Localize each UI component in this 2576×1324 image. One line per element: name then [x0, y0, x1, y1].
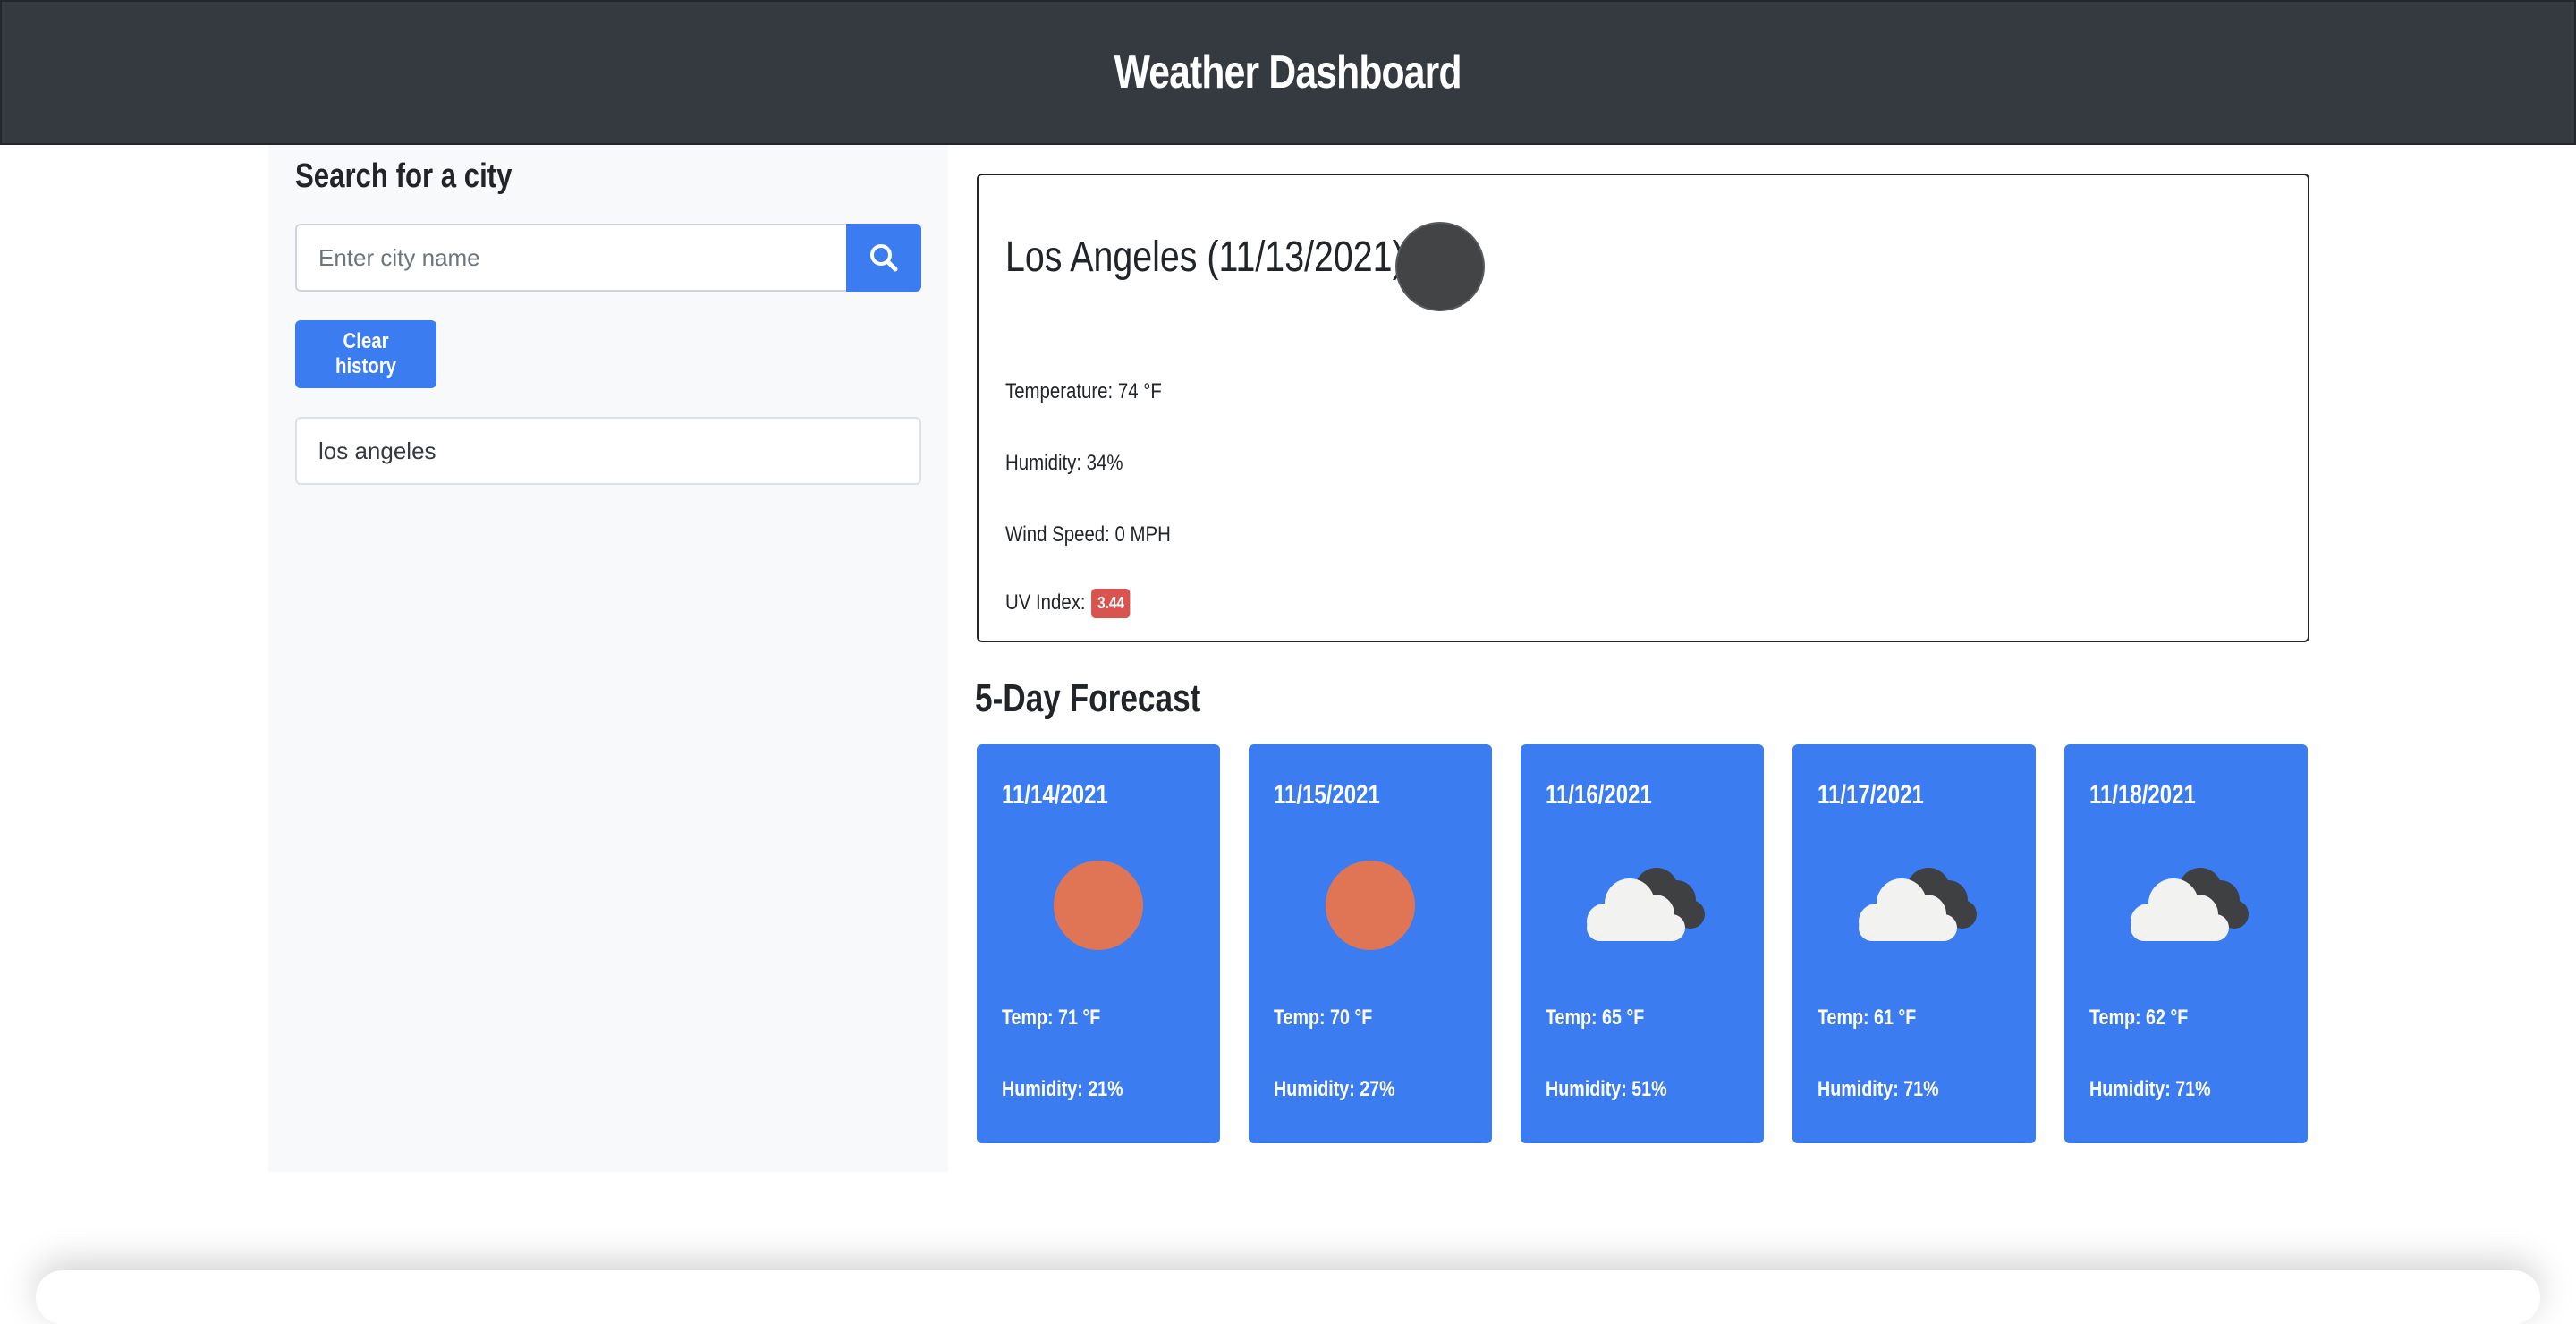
forecast-date: 11/16/2021 [1546, 780, 1652, 810]
cloud-icon [1859, 868, 1977, 941]
current-humidity: Humidity: 34% [1005, 451, 1123, 475]
sun-icon [1054, 861, 1143, 950]
search-history-list: los angeles [295, 417, 921, 485]
forecast-temp: Temp: 61 °F [1818, 1006, 1917, 1030]
forecast-date: 11/18/2021 [2089, 780, 2196, 810]
forecast-date: 11/17/2021 [1818, 780, 1924, 810]
current-weather-card: Los Angeles (11/13/2021) Temperature: 74… [977, 174, 2309, 642]
forecast-temp: Temp: 71 °F [1002, 1006, 1101, 1030]
forecast-heading: 5-Day Forecast [975, 676, 1201, 720]
forecast-temp: Temp: 70 °F [1274, 1006, 1373, 1030]
search-sidebar: Search for a city Clear history los ange… [268, 145, 948, 1172]
forecast-card: 11/15/2021 Temp: 70 °F Humidity: 27% [1249, 744, 1492, 1143]
forecast-humidity: Humidity: 51% [1546, 1077, 1667, 1101]
forecast-date: 11/14/2021 [1002, 780, 1108, 810]
forecast-temp: Temp: 65 °F [1546, 1006, 1645, 1030]
city-search-input[interactable] [295, 224, 846, 292]
forecast-card: 11/16/2021 Temp: 65 °F Humidity: 51% [1521, 744, 1764, 1143]
uv-index-badge: 3.44 [1091, 589, 1131, 618]
clear-history-label: Clear history [335, 329, 396, 378]
current-wind-speed: Wind Speed: 0 MPH [1005, 522, 1171, 547]
forecast-humidity: Humidity: 71% [2089, 1077, 2211, 1101]
cloud-icon [2131, 868, 2249, 941]
page-title: Weather Dashboard [1114, 47, 1462, 98]
forecast-card: 11/18/2021 Temp: 62 °F Humidity: 71% [2064, 744, 2308, 1143]
forecast-humidity: Humidity: 21% [1002, 1077, 1123, 1101]
cloud-icon [1587, 868, 1705, 941]
forecast-card: 11/17/2021 Temp: 61 °F Humidity: 71% [1792, 744, 2036, 1143]
forecast-card: 11/14/2021 Temp: 71 °F Humidity: 21% [977, 744, 1220, 1143]
search-form [295, 224, 921, 292]
forecast-temp: Temp: 62 °F [2089, 1006, 2189, 1030]
forecast-humidity: Humidity: 71% [1818, 1077, 1939, 1101]
clear-history-button[interactable]: Clear history [295, 320, 436, 388]
current-temperature: Temperature: 74 °F [1005, 379, 1162, 403]
header-bar: Weather Dashboard [0, 0, 2576, 145]
forecast-humidity: Humidity: 27% [1274, 1077, 1395, 1101]
search-heading: Search for a city [295, 157, 513, 195]
search-button[interactable] [846, 224, 921, 292]
current-uv-row: UV Index: 3.44 [1005, 589, 1131, 618]
forecast-date: 11/15/2021 [1274, 780, 1380, 810]
current-city-title: Los Angeles (11/13/2021) [1005, 233, 1404, 281]
search-icon [870, 244, 898, 272]
bottom-shadow [36, 1270, 2540, 1324]
uv-index-label: UV Index: [1005, 590, 1086, 615]
history-item[interactable]: los angeles [295, 417, 921, 485]
moon-icon [1395, 222, 1485, 311]
forecast-row: 11/14/2021 Temp: 71 °F Humidity: 21% 11/… [977, 744, 2309, 1143]
sun-icon [1326, 861, 1415, 950]
